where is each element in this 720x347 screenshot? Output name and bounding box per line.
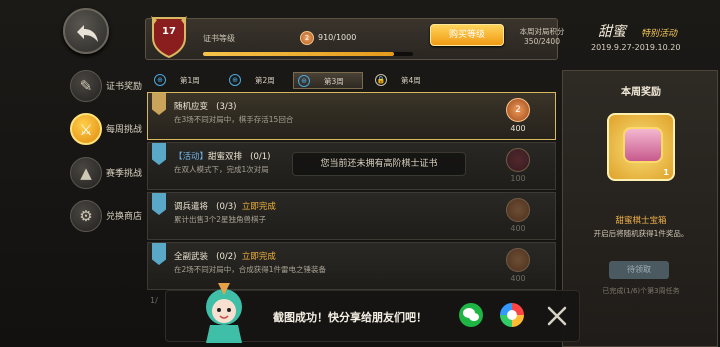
level-label: 证书等级 xyxy=(203,34,235,43)
xp-value: 910/1000 xyxy=(318,33,357,42)
reward-ball-icon xyxy=(506,148,530,172)
target-icon: ⊕ xyxy=(298,75,310,87)
task-card[interactable]: 调兵遣将 (0/3) 立即完成 累计出售3个2星独角兽棋子 400 xyxy=(147,192,556,240)
reward-panel: 本周奖励 1 甜蜜棋士宝箱 开启后将随机获得1件奖品。 待领取 已完成(1/6)… xyxy=(562,70,718,347)
reward-coin-icon xyxy=(506,248,530,272)
nav-item-shop[interactable]: ⚙ 兑换商店 xyxy=(68,198,148,238)
tab-label: 第2周 xyxy=(255,76,275,85)
mascot-girl-icon xyxy=(206,283,242,343)
tab-week-4[interactable]: 🔒 第4周 xyxy=(371,72,441,89)
reward-value: 400 xyxy=(510,274,526,283)
back-button[interactable] xyxy=(63,8,109,54)
chest-quantity: 1 xyxy=(663,168,669,177)
task-tag-icon xyxy=(152,143,166,165)
xp-progress-fill xyxy=(203,52,395,56)
event-date: 2019.9.27-2019.10.20 xyxy=(591,43,681,52)
photos-icon[interactable] xyxy=(500,303,524,327)
buy-level-button[interactable]: 购买等级 xyxy=(430,24,504,46)
event-subtitle: 特别活动 xyxy=(641,29,678,39)
certificate-icon: ✎ xyxy=(70,70,102,102)
game-screen: ✎ 证书奖励 ⚔ 每周挑战 ▲ 赛季挑战 ⚙ 兑换商店 17 证书等级 2 91… xyxy=(0,0,720,347)
task-desc: 在2场不同对局中，合成获得1件雷电之锤装备 xyxy=(174,265,327,274)
xp-progress-bar xyxy=(203,52,413,56)
task-title: 【活动】甜蜜双排 (0/1) xyxy=(174,152,271,162)
pending-claim-button[interactable]: 待领取 xyxy=(609,261,669,279)
complete-now-link: 立即完成 xyxy=(241,202,276,212)
reward-item-desc: 开启后将随机获得1件奖品。 xyxy=(593,229,689,238)
reward-coin-icon xyxy=(506,198,530,222)
target-icon: ⊕ xyxy=(229,74,241,86)
reward-item-name: 甜蜜棋士宝箱 xyxy=(615,216,667,226)
nav-item-season-challenge[interactable]: ▲ 赛季挑战 xyxy=(68,155,148,195)
event-title: 甜蜜 xyxy=(598,24,626,40)
level-badge: 17 xyxy=(150,14,188,59)
task-tag-icon xyxy=(152,193,166,215)
reward-progress-text: 已完成(1/6)个第3周任务 xyxy=(602,287,680,295)
nav-item-weekly-challenge[interactable]: ⚔ 每周挑战 xyxy=(68,111,148,151)
tab-week-2[interactable]: ⊕ 第2周 xyxy=(225,72,295,89)
reward-value: 400 xyxy=(510,124,526,133)
tab-label: 第3周 xyxy=(324,77,344,86)
reward-panel-title: 本周奖励 xyxy=(621,87,661,98)
weekly-points-value: 350/2400 xyxy=(524,37,560,46)
task-desc: 在3场不同对局中，棋手存活15回合 xyxy=(174,115,294,124)
close-icon[interactable] xyxy=(545,304,569,328)
weekly-points-label: 本周对局积分 xyxy=(519,27,565,36)
lock-tag-icon xyxy=(152,93,166,115)
mountain-icon: ▲ xyxy=(70,157,102,189)
level-number: 17 xyxy=(162,26,176,37)
chest-icon[interactable]: 1 xyxy=(607,113,675,181)
task-title: 调兵遣将 (0/3) 立即完成 xyxy=(174,202,276,212)
nav-label: 证书奖励 xyxy=(106,82,143,92)
chest-body xyxy=(623,127,663,163)
target-icon: ⊕ xyxy=(154,74,166,86)
partial-row-text: 1/ xyxy=(150,296,158,305)
back-arrow-icon xyxy=(77,25,98,42)
nav-item-certificate[interactable]: ✎ 证书奖励 xyxy=(68,68,148,108)
xp-coin-icon: 2 xyxy=(300,31,314,45)
week-tabs: ⊕ 第1周 ⊕ 第2周 ⊕ 第3周 🔒 第4周 xyxy=(150,72,556,89)
task-desc: 累计出售3个2星独角兽棋子 xyxy=(174,215,267,224)
reward-coin-icon: 2 xyxy=(506,98,530,122)
reward-value: 400 xyxy=(510,224,526,233)
tab-label: 第1周 xyxy=(180,76,200,85)
shop-icon: ⚙ xyxy=(70,200,102,232)
wechat-icon[interactable] xyxy=(459,303,483,327)
tab-week-3[interactable]: ⊕ 第3周 xyxy=(293,72,363,89)
tab-week-1[interactable]: ⊕ 第1周 xyxy=(150,72,220,89)
lock-icon: 🔒 xyxy=(375,74,387,86)
tab-label: 第4周 xyxy=(401,76,421,85)
toast-message: 您当前还未拥有高阶棋士证书 xyxy=(292,152,466,176)
complete-now-link: 立即完成 xyxy=(241,252,276,262)
challenge-icon: ⚔ xyxy=(70,113,102,145)
nav-label: 兑换商店 xyxy=(106,212,143,222)
nav-label: 赛季挑战 xyxy=(106,169,143,179)
task-title: 随机应变 (3/3) xyxy=(174,102,237,112)
reward-value: 100 xyxy=(510,174,526,183)
share-text: 截图成功！快分享给朋友们吧！ xyxy=(273,311,427,324)
nav-label: 每周挑战 xyxy=(106,125,143,135)
task-tag-icon xyxy=(152,243,166,265)
task-title: 全副武装 (0/2) 立即完成 xyxy=(174,252,276,262)
task-card[interactable]: 随机应变 (3/3) 在3场不同对局中，棋手存活15回合 2 400 xyxy=(147,92,556,140)
task-desc: 在双人模式下，完成1次对局 xyxy=(174,165,269,174)
